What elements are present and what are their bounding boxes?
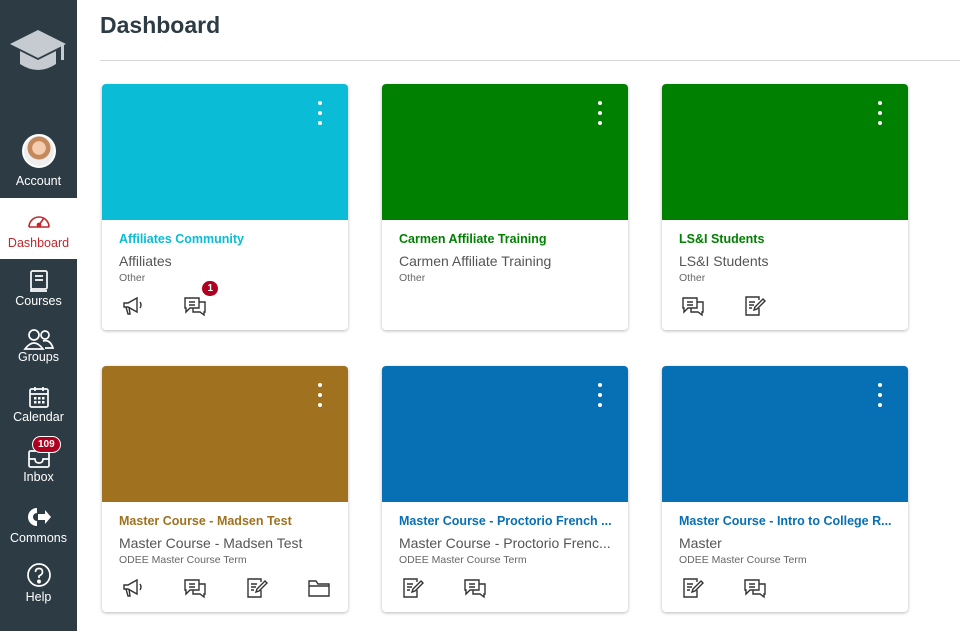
logo-icon[interactable]	[8, 26, 68, 78]
nav-calendar[interactable]: Calendar	[0, 378, 77, 436]
card-course-name[interactable]: LS&I Students	[679, 232, 894, 246]
course-card[interactable]: LS&I Students LS&I Students Other	[662, 84, 908, 330]
kebab-menu-icon[interactable]	[314, 101, 326, 125]
card-term: Other	[399, 272, 426, 284]
card-term: ODEE Master Course Term	[679, 554, 807, 566]
discussions-icon[interactable]: 1	[181, 280, 219, 320]
card-course-code: Master Course - Madsen Test	[119, 535, 303, 551]
assignments-icon[interactable]	[243, 574, 271, 602]
kebab-menu-icon[interactable]	[874, 383, 886, 407]
card-course-code: Affiliates	[119, 253, 172, 269]
card-hero[interactable]	[382, 366, 628, 502]
discussions-icon[interactable]	[679, 292, 707, 320]
course-card[interactable]: Carmen Affiliate Training Carmen Affilia…	[382, 84, 628, 330]
assignments-icon[interactable]	[741, 292, 769, 320]
card-course-code: LS&I Students	[679, 253, 769, 269]
courses-icon	[0, 266, 77, 296]
card-term: ODEE Master Course Term	[399, 554, 527, 566]
discussions-icon[interactable]	[461, 574, 489, 602]
kebab-menu-icon[interactable]	[314, 383, 326, 407]
discussions-icon[interactable]	[741, 574, 769, 602]
kebab-menu-icon[interactable]	[594, 383, 606, 407]
card-term: Other	[679, 272, 706, 284]
card-hero[interactable]	[662, 366, 908, 502]
nav-account-label: Account	[15, 174, 62, 188]
card-course-name[interactable]: Master Course - Madsen Test	[119, 514, 334, 528]
calendar-icon	[0, 382, 77, 412]
nav-groups-label: Groups	[18, 350, 59, 364]
nav-courses-label: Courses	[15, 294, 62, 308]
card-hero[interactable]	[102, 366, 348, 502]
card-hero[interactable]	[382, 84, 628, 220]
nav-account[interactable]: Account	[0, 132, 77, 192]
card-course-code: Master	[679, 535, 722, 551]
avatar	[21, 134, 56, 168]
card-hero[interactable]	[102, 84, 348, 220]
card-course-name[interactable]: Master Course - Proctorio French ...	[399, 514, 614, 528]
help-icon	[0, 560, 77, 590]
card-hero[interactable]	[662, 84, 908, 220]
card-course-code: Master Course - Proctorio Frenc...	[399, 535, 611, 551]
discussion-badge: 1	[201, 280, 219, 297]
card-course-code: Carmen Affiliate Training	[399, 253, 552, 269]
nav-dashboard[interactable]: Dashboard	[0, 198, 77, 259]
global-nav: Account Dashboard Courses Groups Calenda…	[0, 0, 77, 631]
card-course-name[interactable]: Affiliates Community	[119, 232, 334, 246]
nav-commons[interactable]: Commons	[0, 498, 77, 556]
course-card[interactable]: Affiliates Community Affiliates Other 1	[102, 84, 348, 330]
announcements-icon[interactable]	[119, 292, 147, 320]
nav-inbox-label: Inbox	[23, 470, 54, 484]
card-term: ODEE Master Course Term	[119, 554, 247, 566]
nav-help[interactable]: Help	[0, 556, 77, 614]
page-title: Dashboard	[100, 12, 221, 38]
nav-groups[interactable]: Groups	[0, 320, 77, 378]
nav-help-label: Help	[25, 590, 52, 604]
assignments-icon[interactable]	[679, 574, 707, 602]
assignments-icon[interactable]	[399, 574, 427, 602]
card-course-name[interactable]: Carmen Affiliate Training	[399, 232, 614, 246]
card-course-name[interactable]: Master Course - Intro to College R...	[679, 514, 894, 528]
divider	[100, 60, 960, 61]
nav-dashboard-label: Dashboard	[7, 236, 70, 250]
nav-calendar-label: Calendar	[13, 410, 64, 424]
dashboard-icon	[0, 206, 77, 236]
discussions-icon[interactable]	[181, 574, 209, 602]
files-icon[interactable]	[305, 574, 333, 602]
course-card[interactable]: Master Course - Intro to College R... Ma…	[662, 366, 908, 612]
announcements-icon[interactable]	[119, 574, 147, 602]
kebab-menu-icon[interactable]	[874, 101, 886, 125]
card-term: Other	[119, 272, 146, 284]
nav-courses[interactable]: Courses	[0, 262, 77, 320]
inbox-badge: 109	[32, 436, 61, 453]
nav-commons-label: Commons	[10, 531, 67, 545]
course-card[interactable]: Master Course - Proctorio French ... Mas…	[382, 366, 628, 612]
commons-icon	[0, 502, 77, 532]
kebab-menu-icon[interactable]	[594, 101, 606, 125]
course-card[interactable]: Master Course - Madsen Test Master Cours…	[102, 366, 348, 612]
nav-inbox[interactable]: 109 Inbox	[0, 436, 77, 496]
